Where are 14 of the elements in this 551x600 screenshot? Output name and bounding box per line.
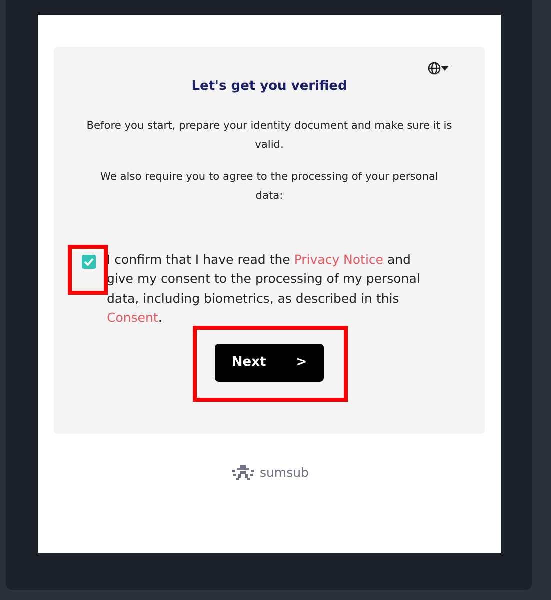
next-button[interactable]: Next > (215, 344, 324, 382)
globe-icon (428, 62, 441, 75)
logo-icon (230, 465, 256, 482)
chevron-icon: > (296, 352, 308, 372)
body-text: Before you start, prepare your identity document and make sure it is valid. (86, 118, 454, 153)
consent-link[interactable]: Privacy Notice (294, 252, 384, 267)
consent-link[interactable]: Consent (107, 310, 158, 326)
title: Let's get you verified (192, 79, 348, 95)
body-text: We also require you to agree to the processing of your personal data: (100, 170, 440, 204)
checkbox[interactable] (82, 254, 96, 269)
language-menu[interactable] (428, 62, 449, 75)
brand-name: sumsub (260, 464, 309, 482)
consent-text: I confirm that I have read the Privacy Notice and give my consent to the processing of my personal data, including biometrics, as described in this Consent. (107, 250, 422, 328)
caret-icon (441, 66, 449, 71)
